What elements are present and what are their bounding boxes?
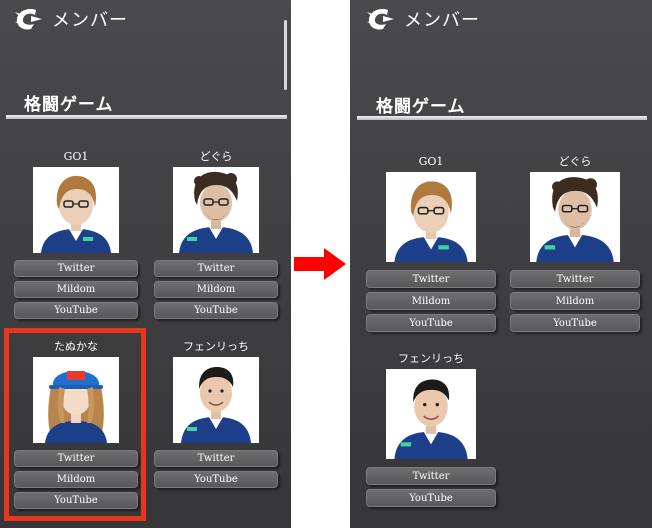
youtube-link-button[interactable]: YouTube xyxy=(366,489,496,507)
member-photo xyxy=(386,172,476,262)
panel-after: メンバー 格闘ゲーム GO1 Twitter Mildom YouTube どぐ… xyxy=(350,0,652,528)
member-photo xyxy=(173,357,259,443)
youtube-link-button[interactable]: YouTube xyxy=(510,314,640,332)
mildom-link-button[interactable]: Mildom xyxy=(510,292,640,310)
member-name: フェンリっち xyxy=(398,352,464,365)
mildom-link-button[interactable]: Mildom xyxy=(366,292,496,310)
member-name: フェンリっち xyxy=(183,340,249,353)
member-card-fenrich: フェンリっち Twitter YouTube xyxy=(150,340,282,488)
member-card-dogura: どぐら Twitter Mildom YouTube xyxy=(150,150,282,319)
member-name: GO1 xyxy=(418,155,444,168)
page-header: メンバー xyxy=(14,6,128,32)
youtube-link-button[interactable]: YouTube xyxy=(366,314,496,332)
member-name: どぐら xyxy=(558,155,592,168)
twitter-link-button[interactable]: Twitter xyxy=(366,467,496,485)
right-arrow-icon xyxy=(294,248,346,280)
panel-before: メンバー 格闘ゲーム GO1 Twitter Mildom YouTube どぐ… xyxy=(0,0,291,528)
twitter-link-button[interactable]: Twitter xyxy=(14,260,138,277)
mildom-link-button[interactable]: Mildom xyxy=(14,281,138,298)
mildom-link-button[interactable]: Mildom xyxy=(154,281,278,298)
twitter-link-button[interactable]: Twitter xyxy=(154,260,278,277)
member-card-dogura: どぐら Twitter Mildom YouTube xyxy=(508,155,642,332)
section-divider xyxy=(6,115,287,119)
scrollbar[interactable] xyxy=(284,20,287,90)
cyclops-logo-icon xyxy=(367,9,394,30)
youtube-link-button[interactable]: YouTube xyxy=(14,302,138,319)
youtube-link-button[interactable]: YouTube xyxy=(154,302,278,319)
page-title: メンバー xyxy=(52,10,128,31)
member-photo xyxy=(33,167,119,253)
twitter-link-button[interactable]: Twitter xyxy=(154,450,278,467)
section-title: 格闘ゲーム xyxy=(376,97,466,117)
page-header: メンバー xyxy=(366,6,480,32)
member-name: どぐら xyxy=(199,150,233,163)
section-title: 格闘ゲーム xyxy=(24,95,114,115)
page-title: メンバー xyxy=(404,10,480,31)
section-divider xyxy=(357,116,647,120)
member-card-go1: GO1 Twitter Mildom YouTube xyxy=(364,155,498,332)
cyclops-logo-icon xyxy=(15,9,42,30)
twitter-link-button[interactable]: Twitter xyxy=(366,270,496,288)
youtube-link-button[interactable]: YouTube xyxy=(154,471,278,488)
member-name: GO1 xyxy=(63,150,89,163)
member-photo xyxy=(386,369,476,459)
member-photo xyxy=(530,172,620,262)
member-photo xyxy=(173,167,259,253)
twitter-link-button[interactable]: Twitter xyxy=(510,270,640,288)
member-card-fenrich: フェンリっち Twitter YouTube xyxy=(364,352,498,507)
highlight-box xyxy=(4,328,146,521)
comparison-screenshot: メンバー 格闘ゲーム GO1 Twitter Mildom YouTube どぐ… xyxy=(0,0,652,528)
member-card-go1: GO1 Twitter Mildom YouTube xyxy=(10,150,142,319)
